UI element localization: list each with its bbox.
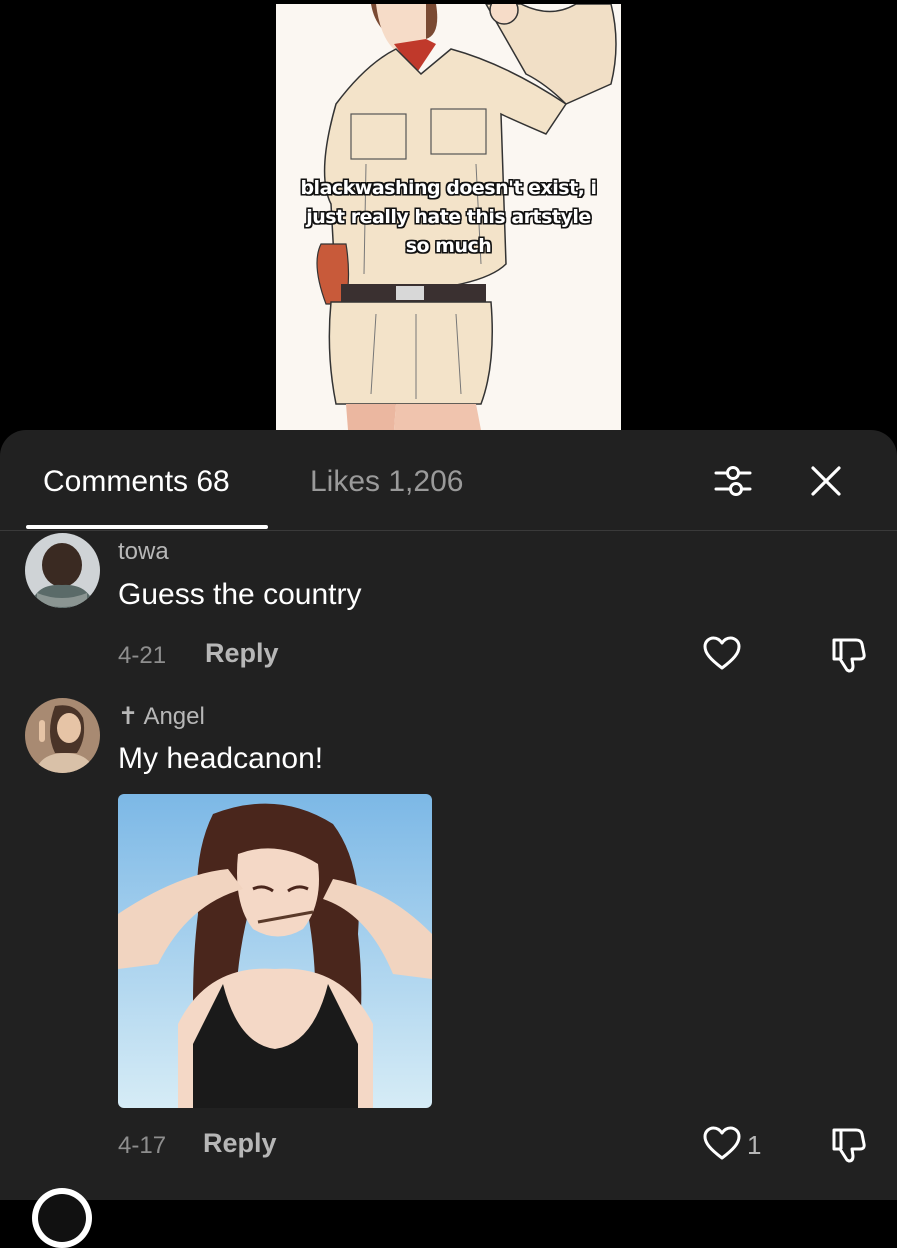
like-button[interactable] <box>702 634 742 674</box>
comment-text: Guess the country <box>118 578 362 611</box>
dislike-button[interactable] <box>828 1124 868 1164</box>
close-icon <box>811 466 841 496</box>
sliders-icon <box>714 466 752 496</box>
heart-icon <box>703 1126 741 1160</box>
sheet-tabs: Comments 68 Likes 1,206 <box>0 430 897 531</box>
tab-comments[interactable]: Comments 68 <box>43 464 230 500</box>
filter-button[interactable] <box>712 460 754 502</box>
heart-icon <box>703 636 741 670</box>
video-player[interactable]: blackwashing doesn't exist, i just reall… <box>0 0 897 440</box>
like-button[interactable] <box>702 1124 742 1164</box>
reply-button[interactable]: Reply <box>205 638 279 669</box>
video-caption: blackwashing doesn't exist, i just reall… <box>300 177 597 257</box>
close-button[interactable] <box>805 460 847 502</box>
comment-date: 4-21 <box>118 642 167 669</box>
comment-username[interactable]: towa <box>118 538 169 566</box>
tab-likes[interactable]: Likes 1,206 <box>310 464 463 500</box>
comment-item: ✝ Angel My headcanon! 4-17 Reply 1 <box>0 696 897 1186</box>
like-count: 1 <box>747 1130 762 1160</box>
comment-text: My headcanon! <box>118 742 324 775</box>
comment-item: towa Guess the country 4-21 Reply <box>0 530 897 680</box>
avatar[interactable] <box>25 698 100 773</box>
comment-username[interactable]: ✝ Angel <box>118 702 205 731</box>
thumbs-down-icon <box>832 638 866 673</box>
comment-date: 4-17 <box>118 1132 167 1159</box>
video-frame: blackwashing doesn't exist, i just reall… <box>276 4 621 430</box>
reply-button[interactable]: Reply <box>203 1128 277 1159</box>
thumbs-down-icon <box>832 1128 866 1163</box>
avatar[interactable] <box>25 533 100 608</box>
dislike-button[interactable] <box>828 634 868 674</box>
avatar[interactable] <box>32 1188 92 1248</box>
comment-attached-image[interactable] <box>118 794 432 1108</box>
active-tab-indicator <box>26 525 268 529</box>
